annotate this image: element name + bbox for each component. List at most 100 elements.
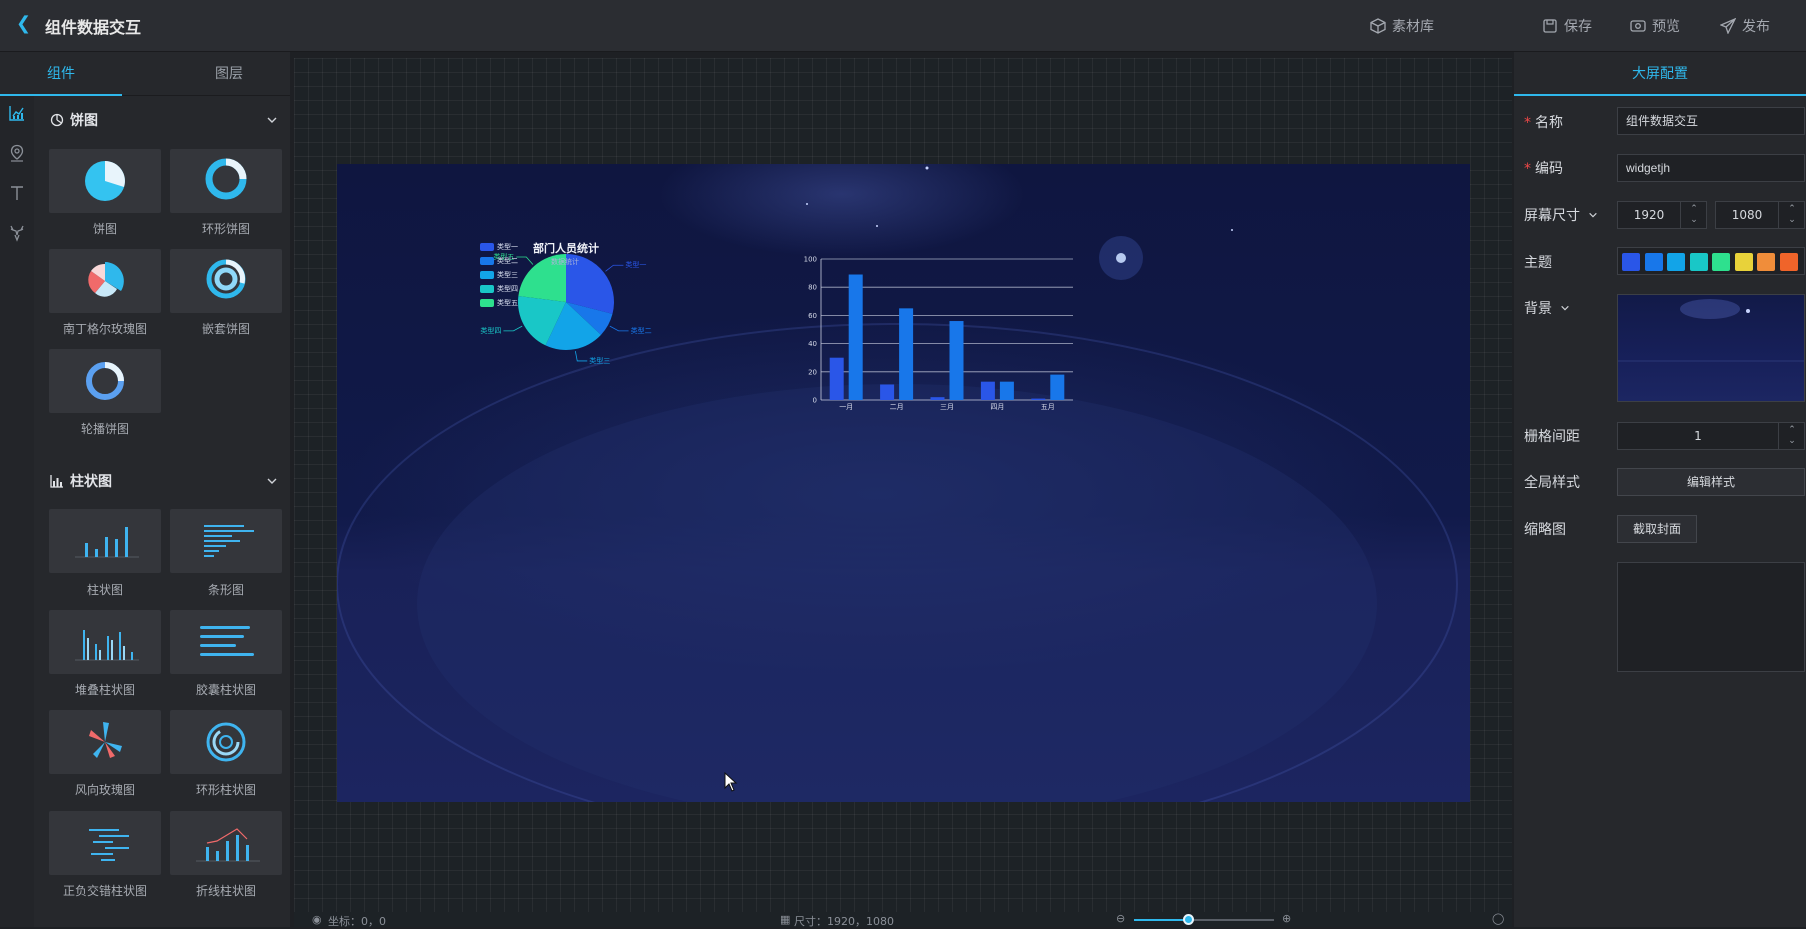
x-tick-label: 五月	[1041, 403, 1055, 411]
card-ring-pie-label: 环形饼图	[201, 222, 250, 236]
publish-button[interactable]: 发布	[1720, 16, 1770, 36]
bar[interactable]	[899, 308, 914, 400]
card-horizontal-bar[interactable]	[170, 509, 282, 573]
y-tick-label: 80	[808, 284, 817, 292]
down-arrow-icon[interactable]: ⌄	[1787, 436, 1797, 446]
height-stepper[interactable]: 1080 ⌃ ⌄	[1715, 201, 1805, 229]
card-capsule-bar[interactable]	[170, 610, 282, 674]
card-wind-rose[interactable]	[49, 710, 161, 774]
card-line-bar[interactable]	[170, 811, 282, 875]
theme-swatch[interactable]	[1757, 253, 1775, 271]
nested-pie-thumbnail-icon	[206, 259, 246, 299]
height-value: 1080	[1731, 208, 1763, 222]
bar-chart-widget[interactable]: 0 20 40 60 80 100 一月 二月 三月 四月 五月	[337, 164, 1470, 802]
theme-swatch[interactable]	[1622, 253, 1640, 271]
card-nested-pie[interactable]	[170, 249, 282, 313]
down-arrow-icon[interactable]: ⌄	[1787, 215, 1797, 225]
help-icon[interactable]: ◯	[1492, 912, 1504, 925]
tab-components[interactable]: 组件	[0, 52, 122, 96]
box-icon	[1370, 18, 1386, 34]
capture-cover-button[interactable]: 截取封面	[1617, 515, 1697, 543]
width-stepper[interactable]: 1920 ⌃ ⌄	[1617, 201, 1707, 229]
save-button[interactable]: 保存	[1542, 16, 1592, 36]
card-stacked-bar[interactable]	[49, 610, 161, 674]
preview-button[interactable]: 预览	[1630, 16, 1680, 36]
capsule-bar-thumbnail-icon	[200, 626, 254, 656]
chevron-down-icon	[1561, 305, 1570, 311]
edit-style-button[interactable]: 编辑样式	[1617, 468, 1805, 496]
theme-selector[interactable]	[1617, 247, 1805, 275]
name-input[interactable]: 组件数据交互	[1617, 107, 1805, 135]
bar[interactable]	[1031, 398, 1046, 400]
save-icon	[1543, 19, 1557, 33]
card-horizontal-bar-label: 条形图	[207, 583, 244, 597]
screen-size-label[interactable]: 屏幕尺寸	[1524, 205, 1598, 225]
card-ring-pie[interactable]	[170, 149, 282, 213]
chart-icon[interactable]	[8, 104, 26, 122]
pie-category-icon	[50, 113, 64, 127]
card-nightingale-label: 南丁格尔玫瑰图	[62, 322, 147, 336]
material-library-button[interactable]: 素材库	[1370, 16, 1434, 36]
theme-swatch[interactable]	[1712, 253, 1730, 271]
bar[interactable]	[930, 397, 945, 400]
bar[interactable]	[949, 321, 964, 400]
config-panel: 大屏配置 * 名称 组件数据交互 * 编码 widgetjh 屏幕尺寸 1920 ⌃…	[1514, 52, 1806, 927]
theme-swatch[interactable]	[1644, 253, 1663, 271]
category-pie-label: 饼图	[70, 113, 98, 129]
text-icon[interactable]	[8, 184, 26, 202]
bar[interactable]	[999, 381, 1014, 400]
bar[interactable]	[1050, 374, 1065, 400]
tab-layers[interactable]: 图层	[168, 52, 290, 96]
size-icon: ▦	[780, 913, 791, 926]
code-input[interactable]: widgetjh	[1617, 154, 1805, 182]
tab-screen-config[interactable]: 大屏配置	[1514, 52, 1806, 96]
map-pin-icon[interactable]	[8, 144, 26, 162]
chevron-down-icon[interactable]	[266, 475, 278, 487]
component-panel: 组件 图层 饼图 饼图 环形饼图 南丁格尔玫瑰图 嵌套饼图 轮播饼图 柱状图 柱…	[0, 52, 290, 927]
card-carousel-pie-label: 轮播饼图	[80, 422, 129, 436]
deer-icon[interactable]	[8, 224, 26, 242]
category-pie-header[interactable]: 饼图	[50, 110, 98, 130]
grid-spacing-stepper[interactable]: 1 ⌃ ⌄	[1617, 422, 1805, 450]
x-tick-label: 四月	[990, 403, 1004, 411]
publish-label: 发布	[1742, 19, 1770, 35]
card-ring-bar[interactable]	[170, 710, 282, 774]
bar-category-icon	[50, 475, 63, 488]
grid-spacing-value: 1	[1694, 429, 1702, 443]
card-bar[interactable]	[49, 509, 161, 573]
chevron-down-icon[interactable]	[266, 114, 278, 126]
theme-swatch[interactable]	[1734, 253, 1753, 271]
status-bar: ◉ 坐标：0，0 ▦ 尺寸：1920，1080 ⊖ ⊕ ◯	[294, 912, 1512, 928]
screen-stage[interactable]: 类型一 类型二 类型三 类型四 类型五 部门人员统计 数据统计 类型一 类型二 类型三 类型四…	[337, 164, 1470, 802]
name-label: * 名称	[1524, 115, 1563, 131]
background-thumbnail[interactable]	[1617, 294, 1805, 402]
bar[interactable]	[829, 357, 844, 400]
line-bar-thumbnail-icon	[196, 828, 260, 862]
up-arrow-icon[interactable]: ⌃	[1787, 204, 1797, 214]
theme-swatch[interactable]	[1689, 253, 1708, 271]
card-pie[interactable]	[49, 149, 161, 213]
mouse-cursor-icon	[724, 772, 738, 792]
theme-swatch[interactable]	[1779, 253, 1798, 271]
theme-swatch[interactable]	[1667, 253, 1685, 271]
category-bar-header[interactable]: 柱状图	[50, 471, 112, 491]
bar[interactable]	[848, 274, 863, 400]
x-tick-label: 二月	[890, 403, 904, 411]
up-arrow-icon[interactable]: ⌃	[1787, 425, 1797, 435]
card-stacked-bar-label: 堆叠柱状图	[74, 683, 135, 697]
back-arrow-icon[interactable]: ❮	[16, 14, 36, 34]
bar[interactable]	[880, 384, 895, 400]
bar[interactable]	[980, 381, 995, 400]
background-label[interactable]: 背景	[1524, 298, 1570, 318]
down-arrow-icon[interactable]: ⌄	[1689, 215, 1699, 225]
up-arrow-icon[interactable]: ⌃	[1689, 204, 1699, 214]
card-carousel-pie[interactable]	[49, 349, 161, 413]
zoom-out-icon[interactable]: ⊖	[1116, 912, 1125, 925]
zoom-slider-handle[interactable]	[1183, 914, 1194, 925]
zoom-slider[interactable]	[1134, 914, 1274, 925]
pos-neg-bar-thumbnail-icon	[89, 829, 129, 861]
x-tick-label: 一月	[839, 403, 853, 411]
card-pos-neg-bar[interactable]	[49, 811, 161, 875]
card-nightingale[interactable]	[49, 249, 161, 313]
zoom-in-icon[interactable]: ⊕	[1282, 912, 1291, 925]
